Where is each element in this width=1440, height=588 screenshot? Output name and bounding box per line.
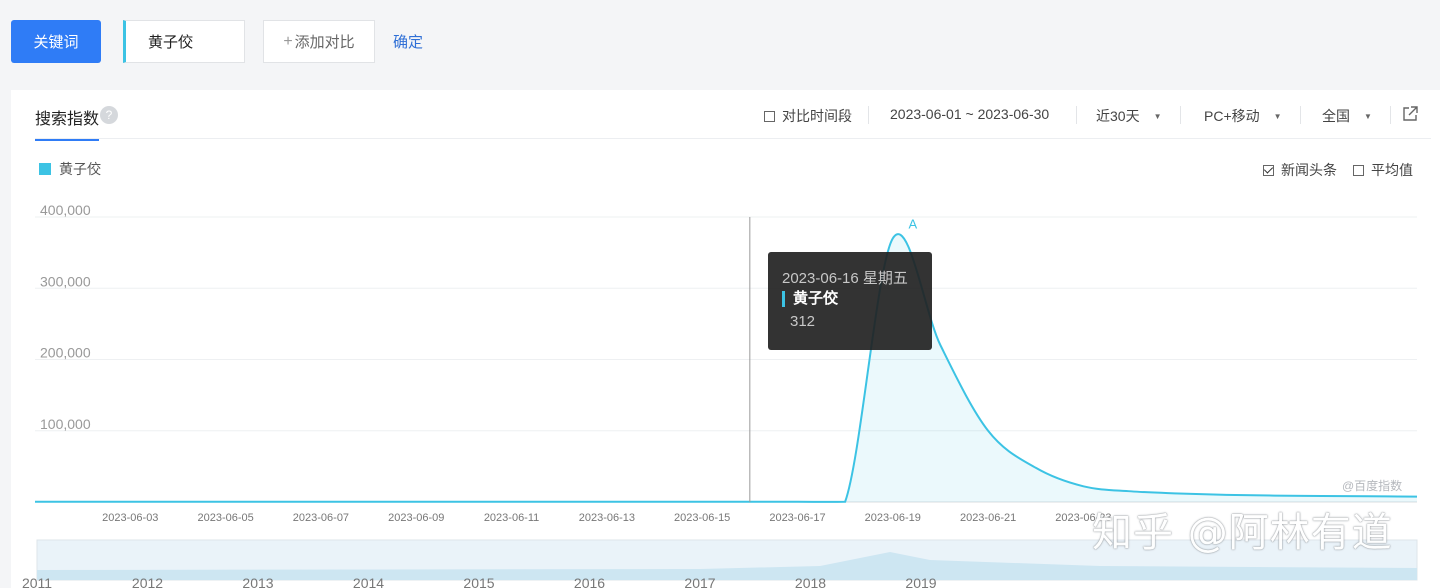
navigator-year-label: 2011 bbox=[22, 575, 52, 588]
x-tick-label: 2023-06-15 bbox=[674, 512, 730, 524]
x-axis-labels: 2023-06-03 2023-06-05 2023-06-07 2023-06-09… bbox=[102, 512, 1111, 524]
watermark: 知乎 @阿林有道 bbox=[1092, 510, 1393, 556]
y-tick-label: 300,000 bbox=[40, 273, 91, 289]
x-tick-label: 2023-06-07 bbox=[293, 512, 349, 524]
navigator-year-label: 2018 bbox=[795, 575, 826, 588]
x-tick-label: 2023-06-09 bbox=[388, 512, 444, 524]
series-line bbox=[35, 233, 1418, 503]
chart-grid bbox=[35, 216, 1417, 503]
x-tick-label: 2023-06-11 bbox=[484, 512, 539, 524]
y-tick-label: 100,000 bbox=[40, 416, 91, 432]
annotation-marker: A bbox=[908, 216, 917, 231]
x-tick-label: 2023-06-21 bbox=[960, 512, 1016, 524]
source-label: @百度指数 bbox=[1342, 479, 1403, 493]
navigator-year-label: 2017 bbox=[684, 575, 715, 588]
x-tick-label: 2023-06-05 bbox=[197, 512, 253, 524]
y-axis-labels: 400,000 300,000 200,000 100,000 bbox=[40, 202, 91, 432]
navigator-year-label: 2014 bbox=[353, 575, 384, 588]
tooltip-series: 黄子佼 bbox=[782, 291, 838, 307]
x-tick-label: 2023-06-19 bbox=[865, 512, 921, 524]
y-tick-label: 200,000 bbox=[40, 345, 91, 361]
tooltip-date: 2023-06-16 星期五 bbox=[782, 270, 908, 287]
x-tick-label: 2023-06-17 bbox=[769, 512, 825, 524]
series-points bbox=[34, 238, 1418, 502]
navigator-year-label: 2015 bbox=[463, 575, 494, 588]
chart-tooltip: 2023-06-16 星期五 黄子佼 312 bbox=[768, 252, 932, 350]
navigator-year-label: 2013 bbox=[242, 575, 273, 588]
tooltip-value: 312 bbox=[790, 313, 816, 330]
series-area bbox=[35, 234, 1417, 502]
y-tick-label: 400,000 bbox=[40, 202, 91, 218]
navigator-year-label: 2019 bbox=[905, 575, 936, 588]
navigator-year-label: 2016 bbox=[574, 575, 605, 588]
x-tick-label: 2023-06-13 bbox=[579, 512, 635, 524]
navigator-year-label: 2012 bbox=[132, 575, 163, 588]
x-tick-label: 2023-06-03 bbox=[102, 512, 158, 524]
